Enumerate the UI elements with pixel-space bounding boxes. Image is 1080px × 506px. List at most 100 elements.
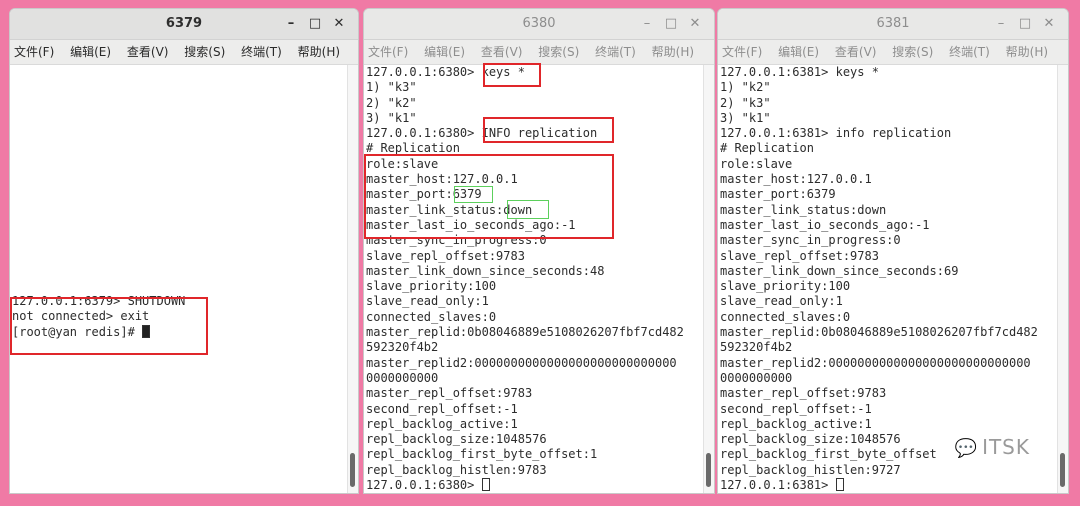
prompt-text: 127.0.0.1:6381> bbox=[720, 478, 836, 493]
watermark: 💬 ITSK bbox=[955, 435, 1030, 459]
terminal-line: master_port:6379 bbox=[720, 187, 836, 202]
terminal-line: slave_priority:100 bbox=[720, 279, 851, 294]
terminal-line: connected_slaves:0 bbox=[366, 309, 497, 324]
menu-edit[interactable]: 编辑(E) bbox=[424, 40, 465, 64]
terminal-line: master_replid:0b08046889e5108026207fbf7c… bbox=[720, 325, 1038, 340]
window-titlebar[interactable]: 6381 – □ ✕ bbox=[718, 9, 1068, 40]
terminal-line: 127.0.0.1:6381> info replication bbox=[720, 126, 952, 141]
maximize-icon[interactable]: □ bbox=[660, 9, 682, 39]
terminal-line: repl_backlog_first_byte_offset:1 bbox=[366, 447, 598, 462]
terminal-line: master_replid:0b08046889e5108026207fbf7c… bbox=[366, 325, 684, 340]
terminal-prompt-line: 127.0.0.1:6380> bbox=[366, 478, 704, 493]
highlight-box-info-replication bbox=[483, 117, 614, 143]
menu-terminal[interactable]: 终端(T) bbox=[241, 40, 282, 64]
scrollbar[interactable] bbox=[703, 65, 714, 493]
terminal-line: repl_backlog_active:1 bbox=[366, 416, 518, 431]
terminal-line: master_replid2:0000000000000000000000000… bbox=[366, 355, 677, 370]
scrollbar[interactable] bbox=[1057, 65, 1068, 493]
menu-file[interactable]: 文件(F) bbox=[722, 40, 762, 64]
menu-bar: 文件(F) 编辑(E) 查看(V) 搜索(S) 终端(T) 帮助(H) bbox=[718, 40, 1068, 65]
terminal-line: 2) "k3" bbox=[720, 95, 771, 110]
wechat-icon: 💬 bbox=[954, 438, 979, 459]
minimize-icon[interactable]: – bbox=[636, 9, 658, 39]
menu-view[interactable]: 查看(V) bbox=[481, 40, 523, 64]
terminal-line: 127.0.0.1:6381> keys * bbox=[720, 65, 879, 79]
menu-view[interactable]: 查看(V) bbox=[127, 40, 169, 64]
terminal-line: connected_slaves:0 bbox=[720, 309, 851, 324]
menu-view[interactable]: 查看(V) bbox=[835, 40, 877, 64]
terminal-line: master_link_down_since_seconds:48 bbox=[366, 263, 605, 278]
terminal-window-6381[interactable]: 6381 – □ ✕ 文件(F) 编辑(E) 查看(V) 搜索(S) 终端(T)… bbox=[717, 8, 1069, 494]
terminal-line: second_repl_offset:-1 bbox=[720, 401, 872, 416]
terminal-line: slave_read_only:1 bbox=[366, 294, 489, 309]
close-icon[interactable]: ✕ bbox=[684, 9, 706, 39]
text-cursor bbox=[481, 478, 490, 492]
terminal-line: slave_repl_offset:9783 bbox=[366, 248, 525, 263]
terminal-line: repl_backlog_histlen:9783 bbox=[366, 462, 547, 477]
menu-search[interactable]: 搜索(S) bbox=[892, 40, 933, 64]
window-title: 6379 bbox=[165, 16, 203, 31]
menu-edit[interactable]: 编辑(E) bbox=[778, 40, 819, 64]
scrollbar[interactable] bbox=[347, 65, 358, 493]
menu-search[interactable]: 搜索(S) bbox=[184, 40, 225, 64]
minimize-icon[interactable]: – bbox=[280, 9, 302, 39]
terminal-line: master_repl_offset:9783 bbox=[720, 386, 887, 401]
menu-help[interactable]: 帮助(H) bbox=[298, 40, 340, 64]
maximize-icon[interactable]: □ bbox=[1014, 9, 1036, 39]
terminal-line: role:slave bbox=[720, 156, 793, 171]
window-title: 6380 bbox=[522, 16, 556, 31]
text-cursor bbox=[835, 478, 844, 492]
terminal-line: repl_backlog_active:1 bbox=[720, 416, 872, 431]
highlight-box-link-status bbox=[507, 200, 549, 219]
close-icon[interactable]: ✕ bbox=[328, 9, 350, 39]
terminal-line: second_repl_offset:-1 bbox=[366, 401, 518, 416]
menu-terminal[interactable]: 终端(T) bbox=[949, 40, 990, 64]
terminal-output[interactable]: 127.0.0.1:6381> keys * 1) "k2" 2) "k3" 3… bbox=[718, 65, 1058, 493]
menu-help[interactable]: 帮助(H) bbox=[1006, 40, 1048, 64]
terminal-line: # Replication bbox=[720, 141, 814, 156]
terminal-window-6379[interactable]: 6379 – □ ✕ 文件(F) 编辑(E) 查看(V) 搜索(S) 终端(T)… bbox=[9, 8, 359, 494]
window-titlebar[interactable]: 6380 – □ ✕ bbox=[364, 9, 714, 40]
maximize-icon[interactable]: □ bbox=[304, 9, 326, 39]
scrollbar-thumb[interactable] bbox=[350, 453, 355, 487]
terminal-line: master_link_down_since_seconds:69 bbox=[720, 263, 959, 278]
menu-search[interactable]: 搜索(S) bbox=[538, 40, 579, 64]
terminal-line: 592320f4b2 bbox=[720, 340, 793, 355]
menu-edit[interactable]: 编辑(E) bbox=[70, 40, 111, 64]
highlight-box-master-port bbox=[454, 186, 493, 203]
scrollbar-thumb[interactable] bbox=[1060, 453, 1065, 487]
terminal-line: master_repl_offset:9783 bbox=[366, 386, 533, 401]
menu-file[interactable]: 文件(F) bbox=[14, 40, 54, 64]
terminal-line: repl_backlog_histlen:9727 bbox=[720, 462, 901, 477]
highlight-box-keys bbox=[483, 63, 541, 87]
menu-file[interactable]: 文件(F) bbox=[368, 40, 408, 64]
scrollbar-thumb[interactable] bbox=[706, 453, 711, 487]
terminal-line: master_host:127.0.0.1 bbox=[720, 172, 872, 187]
terminal-line: master_sync_in_progress:0 bbox=[720, 233, 901, 248]
prompt-text: 127.0.0.1:6380> bbox=[366, 478, 482, 493]
terminal-output[interactable]: 127.0.0.1:6379> SHUTDOWN not connected> … bbox=[10, 65, 348, 493]
close-icon[interactable]: ✕ bbox=[1038, 9, 1060, 39]
terminal-line: master_last_io_seconds_ago:-1 bbox=[720, 217, 930, 232]
minimize-icon[interactable]: – bbox=[990, 9, 1012, 39]
terminal-prompt-line: 127.0.0.1:6381> bbox=[720, 478, 1058, 493]
window-titlebar[interactable]: 6379 – □ ✕ bbox=[10, 9, 358, 40]
terminal-line: 2) "k2" bbox=[366, 95, 417, 110]
watermark-text: ITSK bbox=[982, 435, 1030, 459]
terminal-line: 0000000000 bbox=[366, 370, 439, 385]
menu-bar: 文件(F) 编辑(E) 查看(V) 搜索(S) 终端(T) 帮助(H) bbox=[364, 40, 714, 65]
terminal-line: master_link_status:down bbox=[720, 202, 887, 217]
terminal-line: slave_repl_offset:9783 bbox=[720, 248, 879, 263]
menu-terminal[interactable]: 终端(T) bbox=[595, 40, 636, 64]
terminal-line: 3) "k1" bbox=[720, 110, 771, 125]
terminal-line: repl_backlog_size:1048576 bbox=[366, 432, 547, 447]
terminal-line: slave_read_only:1 bbox=[720, 294, 843, 309]
terminal-line: slave_priority:100 bbox=[366, 279, 497, 294]
terminal-line: 592320f4b2 bbox=[366, 340, 439, 355]
window-title: 6381 bbox=[876, 16, 910, 31]
menu-bar: 文件(F) 编辑(E) 查看(V) 搜索(S) 终端(T) 帮助(H) bbox=[10, 40, 358, 65]
terminal-line: master_replid2:0000000000000000000000000… bbox=[720, 355, 1031, 370]
terminal-window-6380[interactable]: 6380 – □ ✕ 文件(F) 编辑(E) 查看(V) 搜索(S) 终端(T)… bbox=[363, 8, 715, 494]
menu-help[interactable]: 帮助(H) bbox=[652, 40, 694, 64]
terminal-line: 1) "k2" bbox=[720, 80, 771, 95]
